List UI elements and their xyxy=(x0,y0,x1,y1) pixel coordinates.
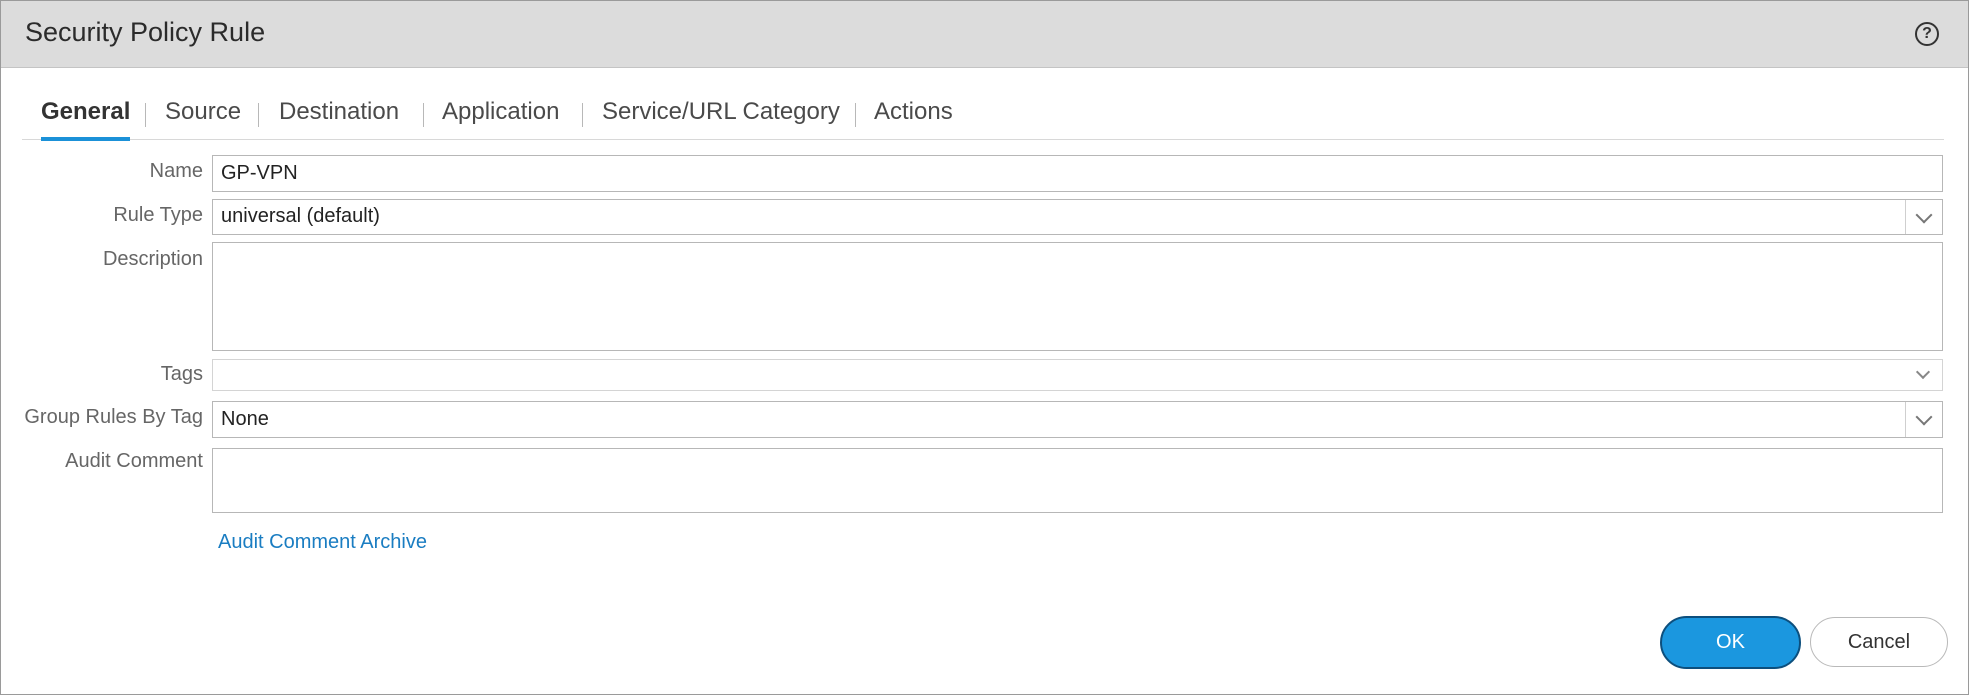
tab-general[interactable]: General xyxy=(41,91,131,141)
group-rules-by-tag-dropdown-button[interactable] xyxy=(1905,402,1942,437)
rule-type-value: universal (default) xyxy=(221,205,380,227)
tab-separator xyxy=(145,103,146,127)
tab-separator xyxy=(582,103,583,127)
tab-bar: General Source Destination Application S… xyxy=(22,91,1944,141)
tab-destination[interactable]: Destination xyxy=(279,91,399,137)
dialog-header: Security Policy Rule ? xyxy=(1,1,1968,68)
chevron-down-icon xyxy=(1915,408,1933,426)
rule-type-select[interactable]: universal (default) xyxy=(212,199,1943,235)
group-rules-by-tag-select[interactable]: None xyxy=(212,401,1943,438)
audit-comment-label: Audit Comment xyxy=(65,450,203,472)
tab-service-url-category[interactable]: Service/URL Category xyxy=(602,91,840,137)
help-icon[interactable]: ? xyxy=(1915,22,1939,46)
tab-separator xyxy=(258,103,259,127)
tags-dropdown-button[interactable] xyxy=(1906,360,1942,390)
tab-application[interactable]: Application xyxy=(442,91,559,137)
tab-separator xyxy=(423,103,424,127)
audit-comment-archive-link[interactable]: Audit Comment Archive xyxy=(218,531,427,554)
tab-separator xyxy=(855,103,856,127)
tab-source[interactable]: Source xyxy=(165,91,241,137)
group-rules-by-tag-value: None xyxy=(221,408,269,430)
security-policy-rule-dialog: Security Policy Rule ? General Source De… xyxy=(0,0,1969,695)
tags-select[interactable] xyxy=(212,359,1943,391)
group-rules-by-tag-label: Group Rules By Tag xyxy=(24,406,203,428)
tab-actions[interactable]: Actions xyxy=(874,91,953,137)
rule-type-label: Rule Type xyxy=(113,204,203,226)
ok-button[interactable]: OK xyxy=(1660,616,1801,669)
audit-comment-textarea[interactable] xyxy=(212,448,1943,513)
name-label: Name xyxy=(149,160,203,182)
chevron-down-icon xyxy=(1915,364,1931,380)
rule-type-dropdown-button[interactable] xyxy=(1905,200,1942,234)
chevron-down-icon xyxy=(1915,206,1933,224)
tags-label: Tags xyxy=(160,363,203,385)
dialog-title: Security Policy Rule xyxy=(25,17,266,47)
description-label: Description xyxy=(102,248,203,270)
cancel-button[interactable]: Cancel xyxy=(1810,617,1948,667)
description-textarea[interactable] xyxy=(212,242,1943,351)
name-input[interactable]: GP-VPN xyxy=(212,155,1943,192)
name-value: GP-VPN xyxy=(221,162,298,184)
